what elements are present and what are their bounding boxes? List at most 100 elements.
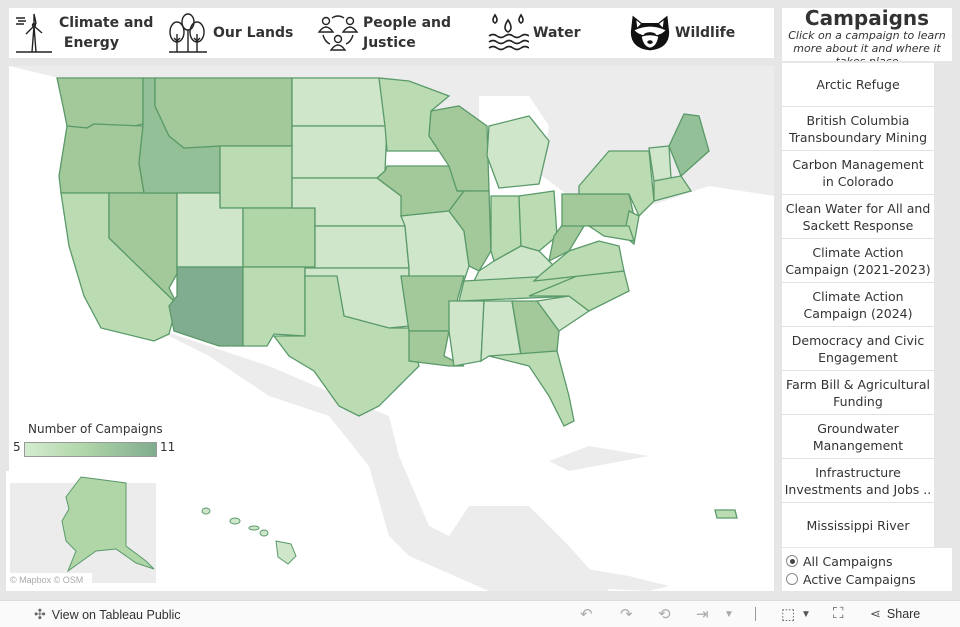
map-attribution[interactable]: © Mapbox © OSM	[6, 573, 92, 591]
share-label: Share	[886, 607, 921, 621]
tableau-toolbar: ✣ View on Tableau Public ↶ ↷ ⟲ ⇥ ▼ ⬚ ▼ ⛶…	[0, 600, 960, 627]
campaign-item[interactable]: Groundwater Manangement	[782, 415, 934, 459]
category-label-line2: Energy	[63, 35, 119, 51]
campaign-label: Clean Water for All and	[785, 200, 931, 216]
legend-title: Number of Campaigns	[28, 422, 163, 436]
share-button[interactable]: ⋖ Share	[870, 606, 920, 622]
share-icon: ⋖	[870, 606, 881, 621]
campaign-label: Sackett Response	[802, 217, 914, 233]
revert-icon[interactable]: ⟲	[658, 605, 671, 623]
radio-unselected-icon[interactable]	[786, 573, 798, 585]
radio-label: All Campaigns	[803, 553, 893, 569]
state-florida	[488, 350, 575, 427]
refresh-icon[interactable]: ⇥	[696, 605, 709, 623]
campaign-label: Climate Action	[812, 244, 904, 260]
state-south-dakota	[291, 125, 388, 179]
people-network-icon	[317, 12, 359, 54]
category-wildlife[interactable]: Wildlife	[629, 8, 735, 58]
campaign-item[interactable]: Infrastructure Investments and Jobs ..	[782, 459, 934, 503]
campaign-label: Manangement	[812, 437, 904, 453]
campaign-label: Campaign (2021-2023)	[785, 261, 931, 277]
undo-icon[interactable]: ↶	[580, 605, 593, 623]
category-label: Water	[533, 25, 581, 41]
state-colorado	[242, 207, 316, 268]
category-label-line2: Justice	[363, 35, 416, 51]
view-on-tableau-public-link[interactable]: ✣ View on Tableau Public	[34, 606, 181, 623]
campaign-label: Democracy and Civic	[791, 332, 925, 348]
tableau-logo-icon: ✣	[34, 606, 46, 622]
toolbar-divider	[755, 607, 756, 621]
campaign-item[interactable]: British Columbia Transboundary Mining	[782, 107, 934, 151]
campaign-item[interactable]: Arctic Refuge	[782, 63, 934, 107]
state-ohio	[518, 190, 558, 252]
category-bar: Climate and Energy Our Lands People and …	[9, 8, 774, 58]
campaign-list: Arctic Refuge British Columbia Transbound…	[782, 63, 934, 547]
legend-color-ramp	[24, 442, 157, 457]
water-drops-icon	[487, 12, 529, 54]
campaign-label: in Colorado	[822, 173, 894, 189]
category-water[interactable]: Water	[487, 8, 580, 58]
state-arizona	[168, 266, 244, 347]
campaign-label: Infrastructure	[815, 464, 901, 480]
map-legend: Number of Campaigns 5 11	[9, 420, 184, 466]
campaigns-subtitle: Click on a campaign to learn more about …	[788, 29, 946, 61]
campaign-label: Arctic Refuge	[816, 77, 900, 92]
radio-all-campaigns[interactable]: All Campaigns	[786, 552, 952, 570]
category-label-line1: People and	[363, 15, 451, 31]
tableau-dashboard: Climate and Energy Our Lands People and …	[0, 0, 960, 627]
radio-active-campaigns[interactable]: Active Campaigns	[786, 570, 952, 588]
campaign-label: Campaign (2024)	[803, 305, 913, 321]
state-mississippi	[448, 300, 485, 367]
state-north-dakota	[291, 77, 388, 127]
state-new-mexico	[242, 266, 306, 347]
campaign-label: Farm Bill & Agricultural	[786, 376, 930, 392]
category-climate-energy[interactable]: Climate and Energy	[13, 8, 153, 58]
state-wyoming	[219, 145, 293, 209]
campaign-label: Mississippi River	[806, 517, 910, 533]
trees-icon	[167, 12, 209, 54]
legend-min: 5	[13, 440, 21, 454]
fullscreen-icon[interactable]: ⛶	[833, 605, 844, 622]
download-dropdown-icon[interactable]: ▼	[801, 609, 811, 620]
campaign-label: British Columbia	[806, 112, 910, 128]
raccoon-icon	[629, 12, 671, 54]
campaign-label: Transboundary Mining	[788, 129, 928, 145]
campaign-item[interactable]: Clean Water for All and Sackett Response	[782, 195, 934, 239]
campaign-item[interactable]: Mississippi River	[782, 503, 934, 547]
category-people-justice[interactable]: People and Justice	[317, 8, 451, 58]
state-kansas	[314, 225, 410, 269]
campaign-label: Carbon Management	[792, 156, 924, 172]
redo-icon[interactable]: ↷	[620, 605, 633, 623]
wind-turbine-icon	[13, 12, 55, 54]
campaign-status-filter: All Campaigns Active Campaigns	[782, 548, 952, 591]
campaign-label: Climate Action	[812, 288, 904, 304]
category-our-lands[interactable]: Our Lands	[167, 8, 293, 58]
legend-max: 11	[160, 440, 176, 454]
campaign-label: Groundwater	[817, 420, 899, 436]
campaign-item[interactable]: Climate Action Campaign (2021-2023)	[782, 239, 934, 283]
campaign-item[interactable]: Farm Bill & Agricultural Funding	[782, 371, 934, 415]
state-montana	[154, 77, 293, 149]
download-icon[interactable]: ⬚	[781, 605, 795, 623]
radio-label: Active Campaigns	[803, 571, 916, 587]
state-oregon	[58, 123, 145, 194]
category-label-line1: Climate and	[59, 15, 154, 31]
view-label: View on Tableau Public	[51, 607, 181, 622]
campaigns-title: Campaigns	[804, 8, 930, 30]
campaign-label: Engagement	[818, 349, 898, 365]
state-puerto-rico	[714, 509, 738, 519]
state-maryland-delaware	[586, 225, 635, 242]
state-pennsylvania	[561, 193, 635, 227]
campaign-item[interactable]: Climate Action Campaign (2024)	[782, 283, 934, 327]
campaign-item[interactable]: Carbon Management in Colorado	[782, 151, 934, 195]
campaign-label: Investments and Jobs ..	[784, 481, 932, 497]
category-label: Our Lands	[213, 25, 294, 41]
campaigns-header: Campaigns Click on a campaign to learn m…	[782, 8, 952, 61]
category-label: Wildlife	[675, 25, 736, 41]
refresh-dropdown-icon[interactable]: ▼	[724, 609, 734, 620]
radio-selected-icon[interactable]	[786, 555, 798, 567]
state-hawaii	[201, 507, 297, 565]
campaign-item[interactable]: Democracy and Civic Engagement	[782, 327, 934, 371]
state-washington	[56, 77, 144, 129]
campaign-label: Funding	[833, 393, 883, 409]
